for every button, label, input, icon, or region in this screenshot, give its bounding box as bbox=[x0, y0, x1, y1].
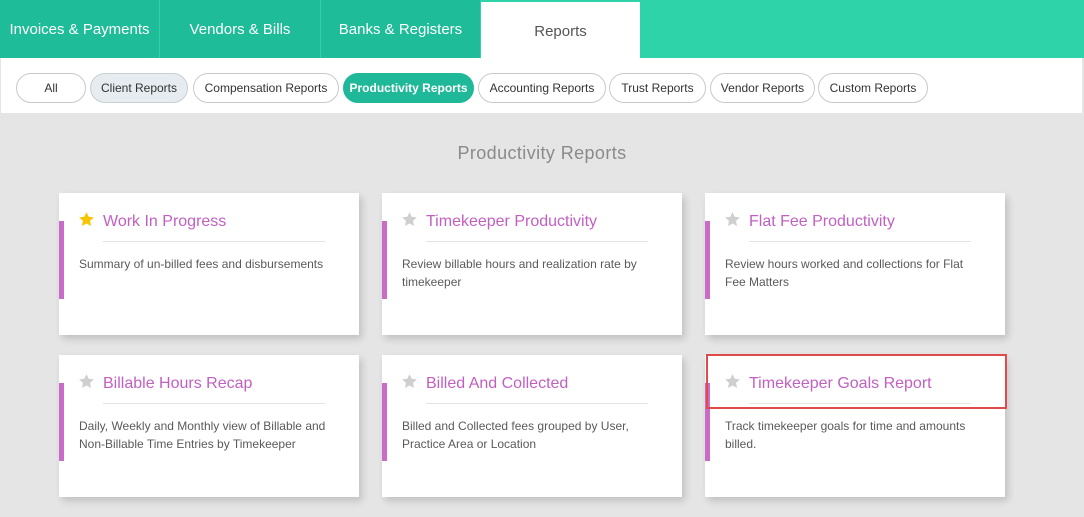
card-accent-bar bbox=[59, 221, 64, 299]
card-accent-bar bbox=[382, 221, 387, 299]
filter-productivity-reports[interactable]: Productivity Reports bbox=[343, 73, 474, 103]
report-card-billed-and-collected[interactable]: Billed And Collected Billed and Collecte… bbox=[382, 355, 682, 497]
tab-reports[interactable]: Reports bbox=[481, 2, 640, 58]
tab-vendors-bills[interactable]: Vendors & Bills bbox=[160, 0, 320, 58]
card-accent-bar bbox=[382, 383, 387, 461]
star-icon[interactable] bbox=[724, 211, 741, 228]
star-icon[interactable] bbox=[401, 373, 418, 390]
filter-custom-reports[interactable]: Custom Reports bbox=[818, 73, 928, 103]
filter-accounting-reports[interactable]: Accounting Reports bbox=[478, 73, 606, 103]
card-divider bbox=[103, 241, 325, 242]
star-icon[interactable] bbox=[78, 373, 95, 390]
card-title[interactable]: Timekeeper Goals Report bbox=[749, 375, 932, 393]
tab-label: Invoices & Payments bbox=[9, 20, 150, 38]
filter-vendor-reports[interactable]: Vendor Reports bbox=[710, 73, 815, 103]
star-filled-icon[interactable] bbox=[78, 211, 95, 228]
top-nav-bar: Invoices & Payments Vendors & Bills Bank… bbox=[0, 0, 1084, 58]
report-card-timekeeper-goals-report[interactable]: Timekeeper Goals Report Track timekeeper… bbox=[705, 355, 1005, 497]
card-title[interactable]: Work In Progress bbox=[103, 213, 226, 231]
report-card-flat-fee-productivity[interactable]: Flat Fee Productivity Review hours worke… bbox=[705, 193, 1005, 335]
card-description: Billed and Collected fees grouped by Use… bbox=[402, 419, 629, 451]
filter-compensation-reports[interactable]: Compensation Reports bbox=[193, 73, 339, 103]
star-icon[interactable] bbox=[401, 211, 418, 228]
tab-banks-registers[interactable]: Banks & Registers bbox=[321, 0, 480, 58]
card-divider bbox=[749, 241, 971, 242]
report-card-work-in-progress[interactable]: Work In Progress Summary of un-billed fe… bbox=[59, 193, 359, 335]
card-description: Summary of un-billed fees and disburseme… bbox=[79, 257, 324, 271]
report-filter-bar: All Client Reports Compensation Reports … bbox=[1, 58, 1082, 113]
card-description: Track timekeeper goals for time and amou… bbox=[725, 419, 966, 451]
card-divider bbox=[426, 403, 648, 404]
filter-client-reports[interactable]: Client Reports bbox=[90, 73, 188, 103]
card-title[interactable]: Billable Hours Recap bbox=[103, 375, 252, 393]
card-title[interactable]: Timekeeper Productivity bbox=[426, 213, 597, 231]
tab-label: Vendors & Bills bbox=[189, 20, 291, 38]
report-card-timekeeper-productivity[interactable]: Timekeeper Productivity Review billable … bbox=[382, 193, 682, 335]
tab-label: Reports bbox=[534, 22, 587, 40]
section-title: Productivity Reports bbox=[457, 143, 627, 163]
filter-trust-reports[interactable]: Trust Reports bbox=[609, 73, 706, 103]
card-title[interactable]: Billed And Collected bbox=[426, 375, 568, 393]
report-card-billable-hours-recap[interactable]: Billable Hours Recap Daily, Weekly and M… bbox=[59, 355, 359, 497]
tab-label: Banks & Registers bbox=[338, 20, 463, 38]
tab-invoices-payments[interactable]: Invoices & Payments bbox=[0, 0, 159, 58]
card-accent-bar bbox=[59, 383, 64, 461]
card-description: Review billable hours and realization ra… bbox=[402, 257, 637, 289]
filter-all[interactable]: All bbox=[16, 73, 86, 103]
card-description: Daily, Weekly and Monthly view of Billab… bbox=[79, 419, 326, 451]
card-description: Review hours worked and collections for … bbox=[725, 257, 964, 289]
card-accent-bar bbox=[705, 383, 710, 461]
card-accent-bar bbox=[705, 221, 710, 299]
star-icon[interactable] bbox=[724, 373, 741, 390]
card-title[interactable]: Flat Fee Productivity bbox=[749, 213, 895, 231]
card-divider bbox=[749, 403, 971, 404]
card-divider bbox=[103, 403, 325, 404]
card-divider bbox=[426, 241, 648, 242]
